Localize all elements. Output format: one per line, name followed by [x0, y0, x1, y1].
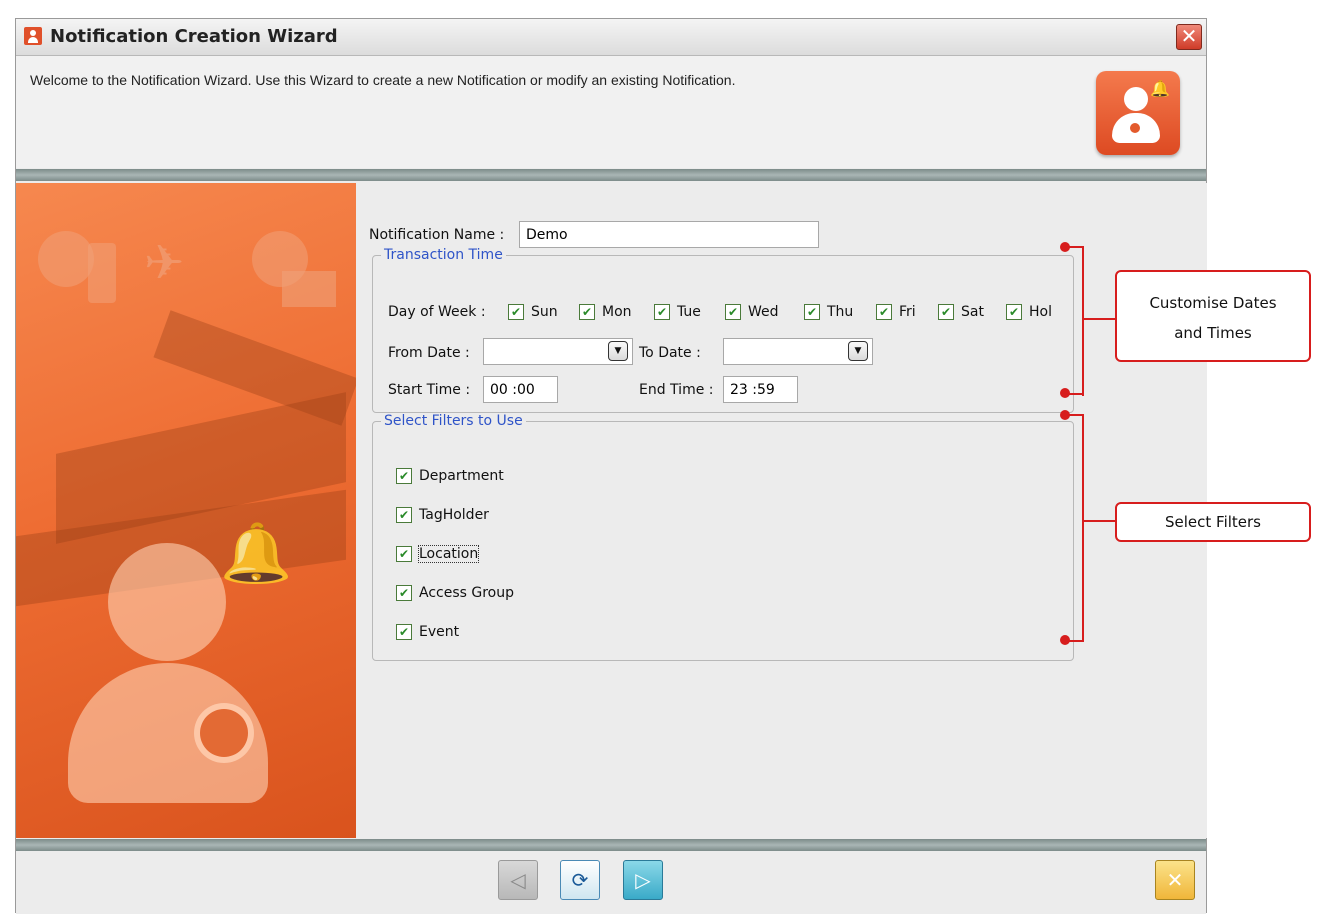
- checkbox-tue[interactable]: ✔: [654, 304, 670, 320]
- envelope-icon: [282, 271, 336, 307]
- filters-legend: Select Filters to Use: [384, 413, 523, 429]
- from-date-label: From Date :: [388, 345, 470, 361]
- to-date-label: To Date :: [639, 345, 701, 361]
- annotation-filters: Select Filters: [1115, 502, 1311, 542]
- bell-icon: 🔔: [220, 519, 293, 587]
- globe-icon: [38, 231, 94, 287]
- back-button[interactable]: ◁: [498, 860, 538, 900]
- checkbox-sat[interactable]: ✔: [938, 304, 954, 320]
- day-of-week-label: Day of Week :: [388, 304, 486, 320]
- annotation-bracket: [1082, 246, 1084, 396]
- window-title: Notification Creation Wizard: [50, 26, 338, 47]
- welcome-text: Welcome to the Notification Wizard. Use …: [30, 72, 736, 88]
- filter-label-tagholder: TagHolder: [419, 507, 489, 523]
- start-time-input[interactable]: [483, 376, 558, 403]
- wizard-content: Notification Name : Transaction Time Day…: [357, 183, 1207, 838]
- filters-group: Select Filters to Use: [372, 413, 1074, 661]
- welcome-panel: Welcome to the Notification Wizard. Use …: [16, 56, 1206, 168]
- close-button[interactable]: ✕: [1176, 24, 1202, 50]
- annotation-line: [1066, 640, 1084, 642]
- side-banner-image: ✈ 🔔: [16, 183, 356, 838]
- filter-label-location: Location: [417, 545, 480, 563]
- from-date-dropdown-button[interactable]: ▼: [608, 341, 628, 361]
- person-badge-graphic: [194, 703, 254, 763]
- annotation-connector: [1084, 520, 1116, 522]
- divider-band-bottom: [16, 839, 1206, 851]
- divider-band: [16, 169, 1206, 181]
- checkbox-hol[interactable]: ✔: [1006, 304, 1022, 320]
- day-label-fri: Fri: [899, 304, 916, 320]
- back-arrow-icon: ◁: [510, 868, 526, 892]
- next-button[interactable]: ▷: [623, 860, 663, 900]
- checkbox-department[interactable]: ✔: [396, 468, 412, 484]
- person-head-graphic: [108, 543, 226, 661]
- checkbox-thu[interactable]: ✔: [804, 304, 820, 320]
- cancel-button[interactable]: ✕: [1155, 860, 1195, 900]
- wizard-window: Notification Creation Wizard ✕ Welcome t…: [15, 18, 1207, 914]
- day-label-tue: Tue: [677, 304, 701, 320]
- checkbox-fri[interactable]: ✔: [876, 304, 892, 320]
- day-label-mon: Mon: [602, 304, 632, 320]
- day-label-sun: Sun: [531, 304, 558, 320]
- checkbox-access-group[interactable]: ✔: [396, 585, 412, 601]
- next-arrow-icon: ▷: [635, 868, 651, 892]
- transaction-time-legend: Transaction Time: [384, 247, 503, 263]
- day-label-wed: Wed: [748, 304, 779, 320]
- annotation-connector: [1084, 318, 1116, 320]
- annotation-bracket: [1082, 414, 1084, 642]
- annotation-dates-times-line2: and Times: [1174, 324, 1252, 342]
- checkbox-sun[interactable]: ✔: [508, 304, 524, 320]
- refresh-button[interactable]: ⟳: [560, 860, 600, 900]
- notification-user-icon: 🔔: [1096, 71, 1180, 155]
- start-time-label: Start Time :: [388, 382, 471, 398]
- filter-label-event: Event: [419, 624, 460, 640]
- phone-icon: [88, 243, 116, 303]
- annotation-dates-times-line1: Customise Dates: [1149, 294, 1277, 312]
- bell-icon: 🔔: [1150, 79, 1170, 98]
- filter-label-access-group: Access Group: [419, 585, 514, 601]
- notification-wizard-icon: [24, 27, 42, 45]
- end-time-label: End Time :: [639, 382, 714, 398]
- to-date-dropdown-button[interactable]: ▼: [848, 341, 868, 361]
- checkbox-mon[interactable]: ✔: [579, 304, 595, 320]
- checkbox-event[interactable]: ✔: [396, 624, 412, 640]
- annotation-line: [1066, 393, 1084, 395]
- day-label-hol: Hol: [1029, 304, 1052, 320]
- notification-name-label: Notification Name :: [369, 227, 505, 243]
- day-label-thu: Thu: [827, 304, 854, 320]
- checkbox-tagholder[interactable]: ✔: [396, 507, 412, 523]
- day-label-sat: Sat: [961, 304, 984, 320]
- bird-icon: ✈: [144, 235, 185, 291]
- title-bar: Notification Creation Wizard ✕: [16, 19, 1206, 56]
- notification-name-input[interactable]: [519, 221, 819, 248]
- checkbox-wed[interactable]: ✔: [725, 304, 741, 320]
- cancel-icon: ✕: [1166, 868, 1184, 892]
- wizard-footer: ◁ ⟳ ▷ ✕: [16, 852, 1206, 914]
- checkbox-location[interactable]: ✔: [396, 546, 412, 562]
- end-time-input[interactable]: [723, 376, 798, 403]
- annotation-dates-times: Customise Dates and Times: [1115, 270, 1311, 362]
- filter-label-department: Department: [419, 468, 504, 484]
- refresh-icon: ⟳: [571, 868, 589, 892]
